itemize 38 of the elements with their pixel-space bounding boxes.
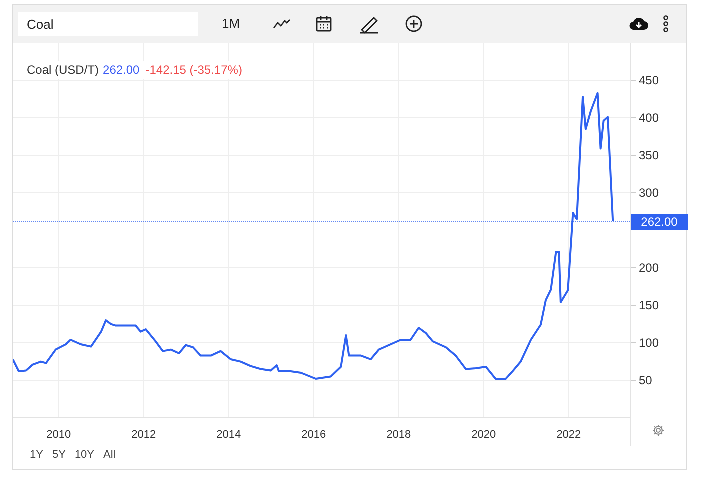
x-tick-label: 2010 — [46, 429, 72, 441]
range-button[interactable]: 5Y — [52, 447, 66, 464]
y-tick-label: 200 — [639, 261, 660, 275]
y-tick-label: 400 — [639, 111, 660, 125]
y-tick: 450 — [630, 74, 660, 88]
y-tick: 50 — [630, 374, 652, 388]
y-tick-label: 300 — [639, 186, 660, 200]
y-tick-label: 350 — [639, 148, 660, 162]
legend-price: 262.00 — [103, 62, 140, 79]
y-tick: 200 — [630, 261, 660, 275]
y-tick: 400 — [630, 111, 660, 125]
range-button[interactable]: 1Y — [30, 447, 44, 464]
x-tick-label: 2016 — [302, 429, 326, 441]
price-tag: 262.00 — [631, 214, 688, 230]
y-tick-label: 100 — [639, 336, 660, 350]
legend-label: Coal (USD/T) — [27, 62, 100, 79]
legend-change: -142.15 (-35.17%) — [146, 62, 242, 79]
y-tick: 150 — [630, 298, 660, 312]
range-button[interactable]: 10Y — [74, 447, 95, 464]
x-tick-label: 2014 — [216, 429, 242, 441]
calendar-icon[interactable] — [314, 14, 334, 34]
y-tick-label: 450 — [639, 74, 660, 88]
search-field[interactable]: Coal — [18, 12, 198, 36]
interval-button[interactable]: 1M — [222, 14, 240, 34]
more-icon[interactable] — [663, 15, 669, 33]
y-tick: 300 — [630, 186, 660, 200]
y-tick: 350 — [630, 148, 660, 162]
range-button[interactable]: All — [104, 447, 116, 464]
add-icon[interactable] — [404, 14, 424, 34]
y-tick-label: 150 — [639, 298, 660, 312]
x-tick-label: 2018 — [386, 429, 412, 441]
x-tick-label: 2020 — [472, 429, 496, 441]
x-tick-label: 2012 — [132, 429, 156, 441]
x-tick-label: 2022 — [556, 429, 582, 441]
y-tick-label: 50 — [639, 374, 653, 388]
y-tick: 100 — [630, 336, 660, 350]
cloud-download-icon[interactable] — [629, 16, 649, 32]
settings-icon[interactable] — [652, 424, 665, 437]
